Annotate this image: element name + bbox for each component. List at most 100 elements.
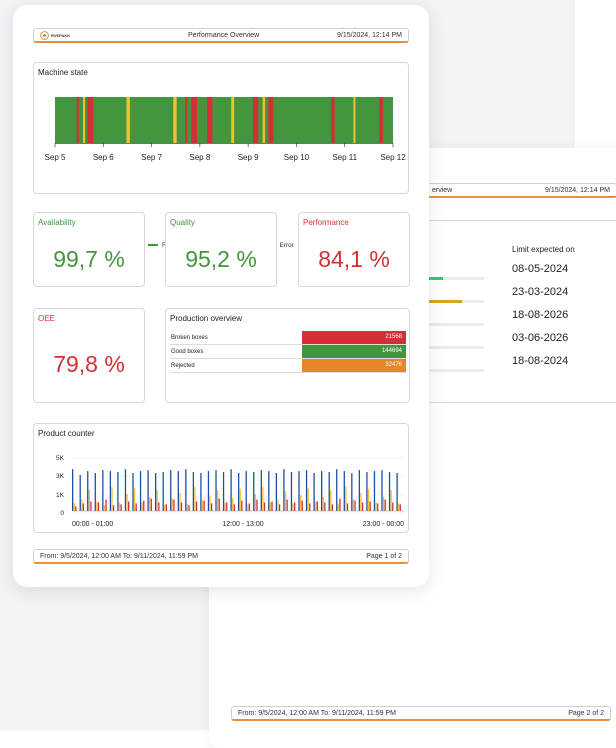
error-segment [185,97,188,143]
quality-card: Quality 95,2 % [165,212,277,287]
production-row-label: Good boxes [171,348,204,355]
counter-bar [263,502,266,511]
error-segment [191,97,197,143]
footer-range: From: 9/5/2024, 12:00 AM To: 9/11/2024, … [40,552,198,560]
timeline-tick-label: Sep 12 [380,153,406,162]
limit-row: 23-03-2024 [428,284,616,307]
counter-bar [133,488,136,511]
counter-bar [245,471,247,511]
counter-bar [390,490,392,511]
limit-row: 03-06-2026 [428,330,616,353]
counter-bar [352,499,355,511]
quality-value: 95,2 % [185,246,257,272]
counter-bar [294,502,296,511]
production-row-value: 144694 [302,345,406,358]
counter-bar [321,471,323,511]
y-tick-label: 0 [60,510,64,517]
counter-bar [337,504,339,511]
counter-bar [232,497,234,511]
counter-bar [381,470,383,511]
counter-bar [248,503,251,511]
counter-bar [384,499,386,511]
production-row: Good boxes 144694 [170,345,406,359]
counter-bar [369,501,371,511]
limit-progress-fill [428,300,462,303]
page2-limits-card: Limit expected on 08-05-2024 23-03-2024 18… [427,220,616,403]
brand-logo: RVEPAKK [40,31,70,40]
counter-bar [373,471,376,511]
page2-header-title: erview [432,186,453,194]
counter-bar [150,498,152,511]
x-tick-label: 12:00 - 13:00 [222,521,263,528]
counter-bar [290,472,293,511]
counter-bar [94,473,96,511]
availability-value: 99,7 % [53,246,125,272]
counter-bar [90,501,92,511]
oee-label: OEE [38,314,55,323]
limit-progress-track [428,300,484,303]
counter-bar [360,492,362,511]
limit-progress-track [428,346,484,349]
counter-bar [216,490,219,511]
running-band [55,97,393,143]
counter-bar [102,470,104,511]
oee-card: OEE 79,8 % [33,308,145,403]
counter-bar [330,490,332,511]
counter-bar [322,496,324,511]
counter-bar [269,502,272,511]
counter-bar [392,502,394,511]
page1-header-bar: RVEPAKK Performance Overview 9/15/2024, … [33,28,409,43]
production-row-value: 32476 [302,359,406,372]
timeline-tick-label: Sep 11 [332,153,357,162]
machine-state-card: Machine state Sep 5 Sep 6 Sep 7 Sep 8 Sep 9S… [33,62,409,249]
counter-bar [222,472,225,511]
counter-bar [103,505,106,511]
counter-bar [180,502,183,511]
counter-bar [241,500,243,511]
counter-bar [75,506,77,511]
counter-bar [224,502,226,511]
counter-bar [343,471,345,511]
page2-header-bar: erview 9/15/2024, 12:14 PM [427,183,616,198]
counter-bar [143,500,145,511]
counter-bar [155,473,157,511]
availability-card: Availability 99,7 % [33,212,145,287]
counter-bar [345,486,347,511]
counter-bar [81,499,83,511]
maintenance-segment [126,97,130,143]
counter-bar [203,500,205,511]
page1-footer-bar: From: 9/5/2024, 12:00 AM To: 9/11/2024, … [33,549,409,564]
maintenance-segment [353,97,356,143]
counter-bar [171,498,173,511]
counter-bar [226,502,228,511]
counter-bar [309,503,311,511]
counter-bar [247,504,249,511]
counter-bar [351,473,353,511]
production-row: Broken boxes 21568 [170,331,406,345]
counter-bar [147,470,149,511]
counter-bar [192,472,195,511]
performance-label: Performance [303,218,349,227]
logo-icon [40,31,49,40]
maintenance-segment [231,97,235,143]
error-segment [76,97,79,143]
counter-bar [96,501,98,511]
counter-bar [73,503,75,511]
performance-card: Performance 84,1 % [298,212,410,287]
counter-bar [201,500,204,511]
oee-value: 79,8 % [53,351,125,377]
maintenance-segment [173,97,177,143]
limit-progress-track [428,369,484,372]
counter-bar [164,504,166,511]
counter-bar [283,469,285,511]
counter-bar [256,499,258,511]
counter-bar [298,471,300,511]
maintenance-segment [262,97,266,143]
counter-bar [88,490,90,511]
counter-bar [135,503,137,511]
y-tick-label: 3K [56,473,65,480]
counter-bar [275,473,278,511]
counter-bar [207,471,210,511]
error-segment [331,97,335,143]
limit-progress-track [428,323,484,326]
